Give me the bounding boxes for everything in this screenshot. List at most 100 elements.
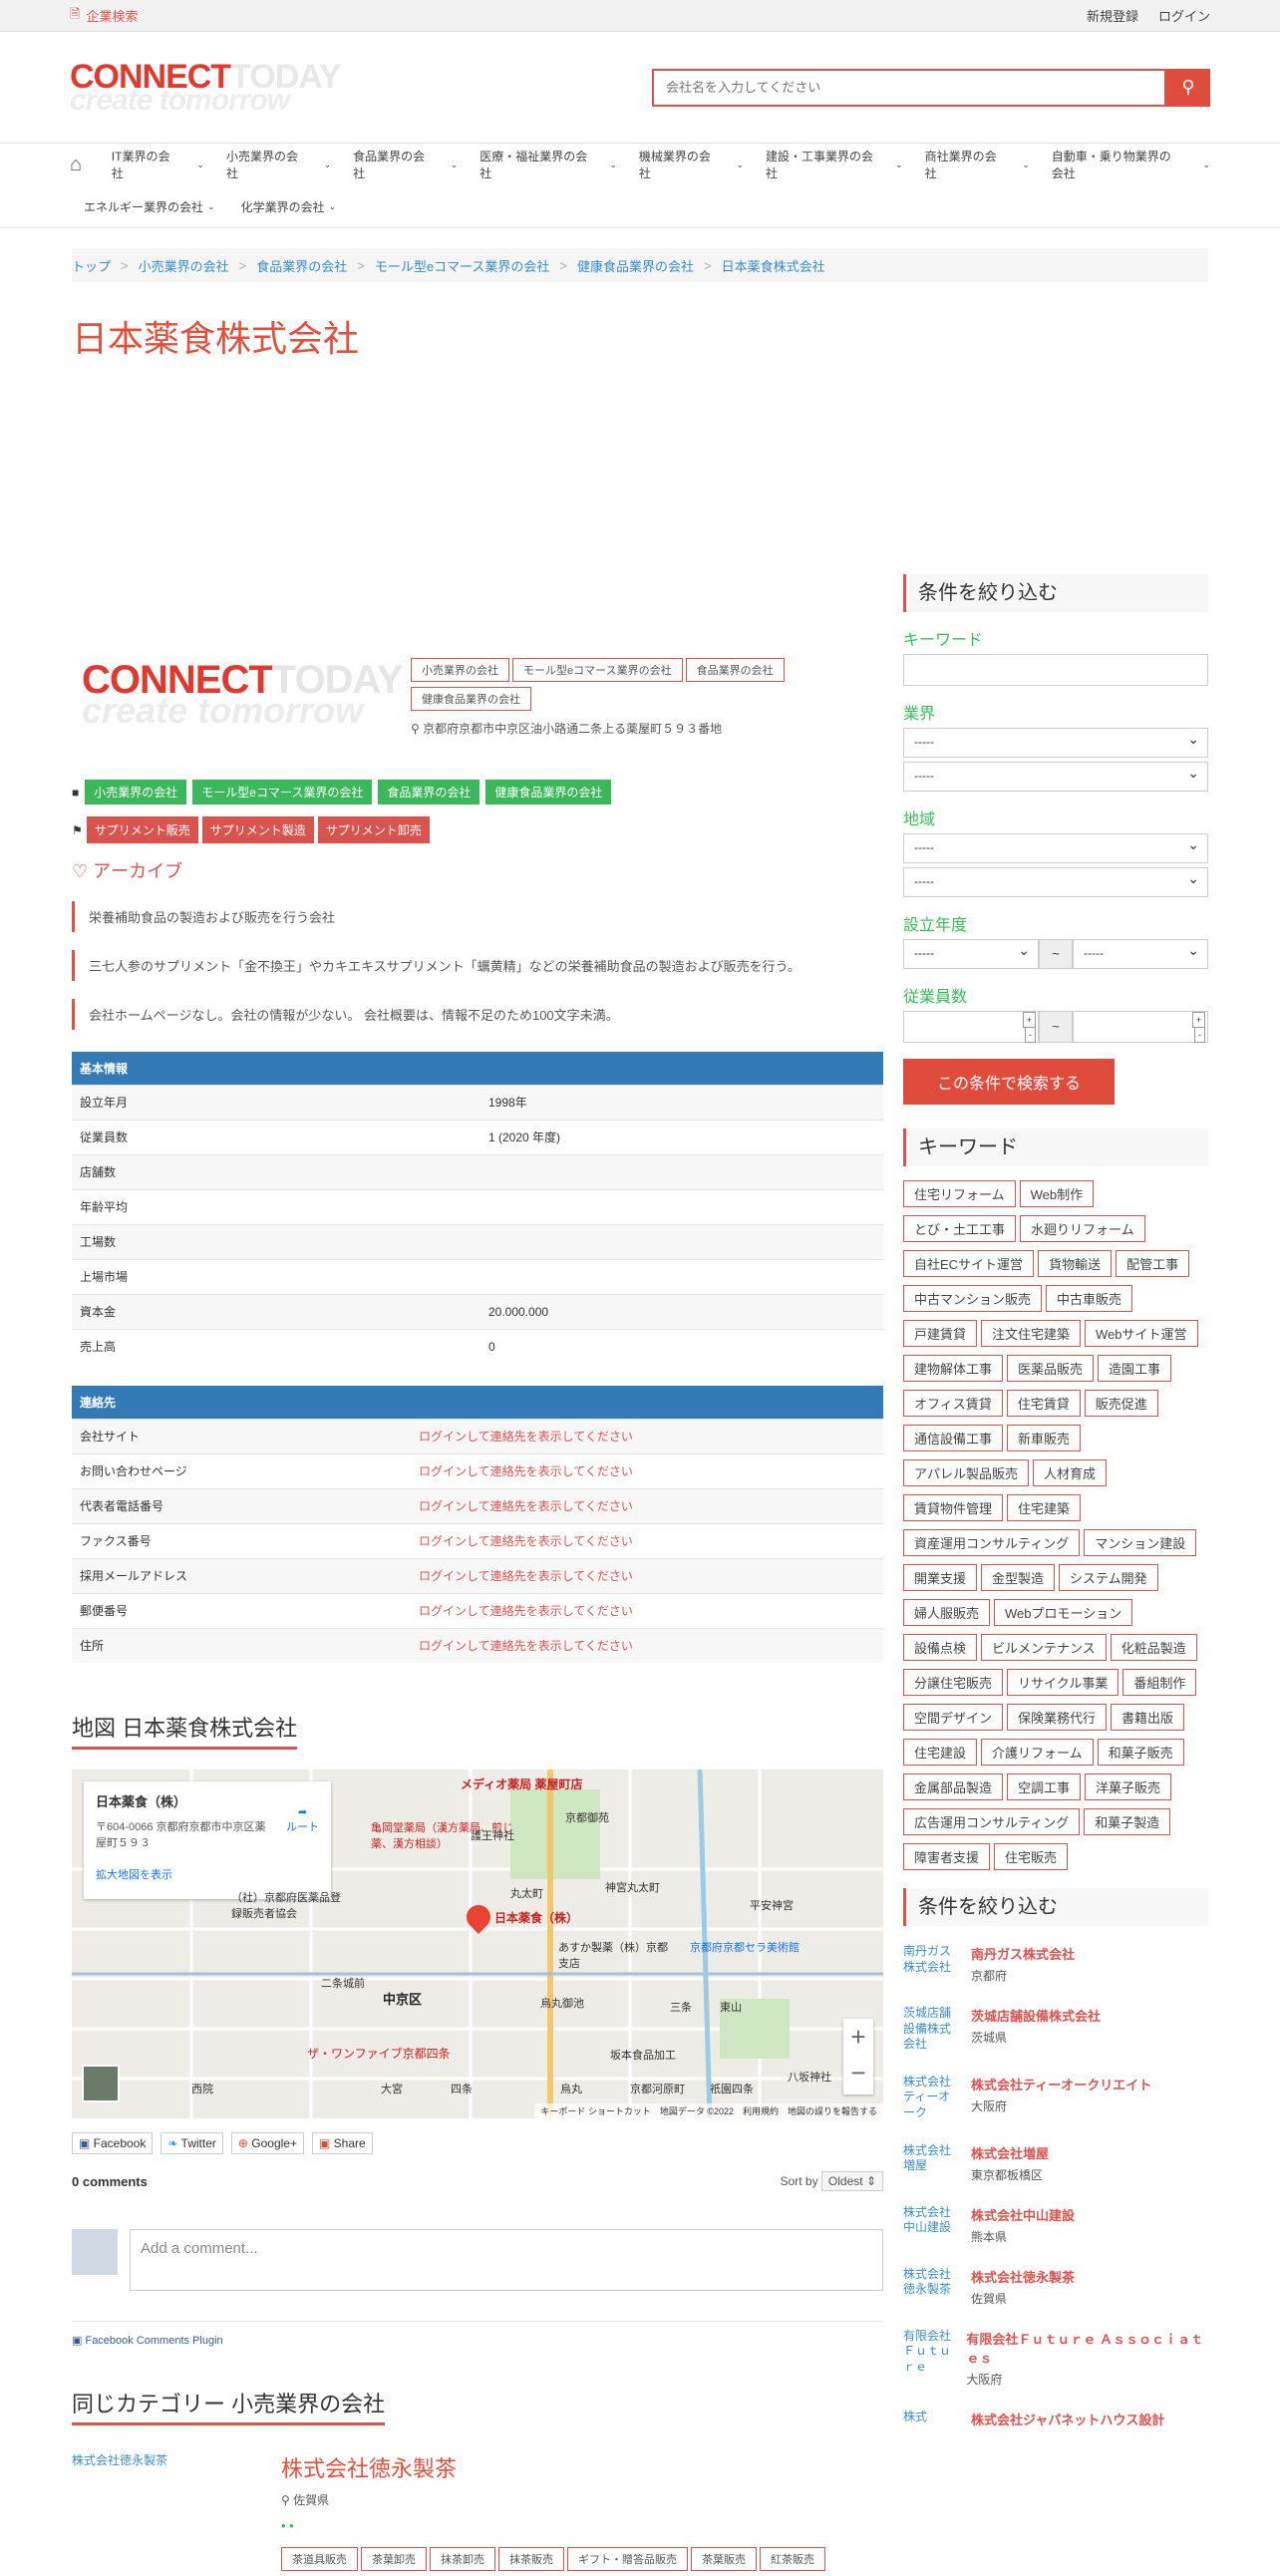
keyword-tag[interactable]: 中古マンション販売 (903, 1285, 1043, 1312)
business-tag[interactable]: サプリメント製造 (201, 816, 314, 843)
row-value[interactable]: ログインして連絡先を表示してください (411, 1452, 883, 1488)
industry-tag[interactable]: モール型eコマース業界の会社 (192, 780, 373, 805)
filter-search-button[interactable]: この条件で検索する (903, 1059, 1115, 1105)
row-value[interactable]: ログインして連絡先を表示してください (411, 1557, 883, 1593)
keyword-tag[interactable]: 書籍出版 (1111, 1704, 1185, 1731)
row-value[interactable]: ログインして連絡先を表示してください (411, 1522, 883, 1558)
same-company-tag[interactable]: 抹茶販売 (498, 2547, 564, 2571)
company-thumb[interactable]: 株式会社増屋 (903, 2143, 961, 2183)
keyword-tag[interactable]: 保険業務代行 (1007, 1704, 1108, 1731)
keyword-tag[interactable]: 新車販売 (1007, 1425, 1082, 1451)
company-thumb[interactable]: 有限会社Ｆｕｔｕｒｅ (903, 2329, 956, 2388)
archive-link[interactable]: ♡ アーカイブ (72, 857, 883, 883)
same-company-tag[interactable]: ギフト・贈答品販売 (567, 2547, 688, 2571)
business-tag[interactable]: サプリメント卸売 (317, 816, 430, 843)
facebook-comments-plugin-link[interactable]: ▣ Facebook Comments Plugin (72, 2321, 883, 2347)
company-search-link[interactable]: 🗎 企業検索 (70, 5, 138, 27)
keyword-tag[interactable]: 空調工事 (1007, 1773, 1082, 1800)
keyword-tag[interactable]: 自社ECサイト運営 (903, 1250, 1035, 1277)
google-map[interactable]: 日本薬食（株） 〒604-0066 京都府京都市中京区薬屋町５９３ ➦ ルート 拡… (72, 1770, 883, 2118)
breadcrumb-item[interactable]: 小売業界の会社 (139, 256, 229, 275)
nav-item[interactable]: 商社業界の会社 (925, 148, 1001, 181)
keyword-tag[interactable]: オフィス賃貸 (903, 1390, 1003, 1417)
company-name[interactable]: 株式会社ティーオークリエイト (971, 2075, 1151, 2093)
company-thumb[interactable]: 茨城店舗設備株式会社 (903, 2006, 961, 2053)
breadcrumb-item[interactable]: 食品業界の会社 (256, 256, 347, 275)
breadcrumb-item[interactable]: モール型eコマース業界の会社 (375, 256, 550, 275)
keyword-tag[interactable]: 婦人服販売 (903, 1599, 991, 1626)
employees-from-input[interactable]: + - (903, 1011, 1039, 1043)
company-list-item[interactable]: 茨城店舗設備株式会社 茨城店舗設備株式会社 茨城県 (903, 2006, 1208, 2053)
same-company-tag[interactable]: 茶葉卸売 (361, 2547, 427, 2571)
home-icon[interactable]: ⌂ (70, 154, 90, 176)
share-button[interactable]: ❧ Twitter (160, 2132, 223, 2154)
company-thumb[interactable]: 株式会社中山建設 (903, 2205, 961, 2245)
industry-tag[interactable]: 健康食品業界の会社 (485, 780, 612, 805)
company-list-item[interactable]: 株式会社徳永製茶 株式会社徳永製茶 佐賀県 (903, 2267, 1208, 2307)
company-thumb[interactable]: 株式会社徳永製茶 (903, 2267, 961, 2307)
company-thumb[interactable]: 株式 (903, 2410, 961, 2432)
year-from-select[interactable]: ----- (903, 939, 1039, 969)
company-name[interactable]: 株式会社中山建設 (971, 2205, 1075, 2224)
keyword-tag[interactable]: Webプロモーション (994, 1599, 1133, 1626)
industry-select[interactable]: ----- (903, 728, 1208, 758)
search-button[interactable]: ⚲ (1166, 68, 1210, 107)
keyword-tag[interactable]: 住宅建築 (1007, 1494, 1082, 1521)
nav-item[interactable]: 機械業界の会社 (639, 148, 715, 181)
company-thumb[interactable]: 南丹ガス株式会社 (903, 1944, 961, 1984)
keyword-tag[interactable]: 建物解体工事 (903, 1355, 1004, 1382)
zoom-out-button[interactable]: − (843, 2055, 873, 2091)
nav-item[interactable]: IT業界の会社 (112, 148, 175, 181)
nav-item[interactable]: 食品業界の会社 (353, 148, 429, 181)
search-input[interactable] (652, 68, 1166, 107)
keyword-tag[interactable]: 貨物輸送 (1038, 1250, 1113, 1277)
company-name[interactable]: 有限会社Ｆｕｔｕｒｅ Ａｓｓｏｃｉａｔｅｓ (966, 2329, 1208, 2367)
keyword-tag[interactable]: 販売促進 (1084, 1390, 1158, 1417)
company-list-item[interactable]: 株式会社中山建設 株式会社中山建設 熊本県 (903, 2205, 1208, 2245)
nav-item[interactable]: エネルギー業界の会社 (84, 198, 203, 215)
keyword-tag[interactable]: 医薬品販売 (1007, 1355, 1095, 1382)
category-tag[interactable]: 食品業界の会社 (685, 658, 785, 682)
keyword-tag[interactable]: 通信設備工事 (903, 1425, 1004, 1451)
row-value[interactable]: ログインして連絡先を表示してください (411, 1592, 883, 1628)
keyword-tag[interactable]: 中古車販売 (1046, 1285, 1133, 1312)
keyword-tag[interactable]: 住宅賃貸 (1006, 1390, 1081, 1417)
share-button[interactable]: ▣ Share (311, 2132, 373, 2154)
breadcrumb-item[interactable]: 健康食品業界の会社 (577, 256, 694, 275)
keyword-tag[interactable]: 化粧品製造 (1110, 1634, 1197, 1661)
region-select[interactable]: ----- (903, 833, 1208, 863)
keyword-tag[interactable]: 住宅販売 (994, 1843, 1069, 1870)
map-pin[interactable]: 日本薬食（株） (462, 1900, 578, 1934)
breadcrumb-item[interactable]: トップ (72, 256, 111, 275)
keyword-tag[interactable]: リサイクル事業 (1007, 1669, 1120, 1696)
keyword-tag[interactable]: 金属部品製造 (903, 1773, 1004, 1800)
stepper-up-icon[interactable]: + (1022, 1012, 1036, 1028)
company-name[interactable]: 南丹ガス株式会社 (971, 1944, 1075, 1963)
company-list-item[interactable]: 株式 株式会社ジャパネットハウス設計 (903, 2410, 1208, 2432)
company-list-item[interactable]: 株式会社増屋 株式会社増屋 東京都板橋区 (903, 2143, 1208, 2183)
year-to-select[interactable]: ----- (1073, 939, 1208, 969)
keyword-tag[interactable]: 住宅リフォーム (903, 1180, 1016, 1207)
keyword-tag[interactable]: 番組制作 (1122, 1669, 1197, 1696)
same-company-tag[interactable]: 紅茶販売 (760, 2547, 825, 2571)
keyword-tag[interactable]: ビルメンテナンス (981, 1634, 1107, 1661)
nav-item[interactable]: 自動車・乗り物業界の会社 (1052, 148, 1181, 181)
same-company-tag[interactable]: 抹茶卸売 (430, 2547, 495, 2571)
category-tag[interactable]: 健康食品業界の会社 (411, 687, 531, 711)
keyword-tag[interactable]: マンション建設 (1084, 1529, 1197, 1556)
row-value[interactable]: ログインして連絡先を表示してください (411, 1418, 883, 1453)
category-tag[interactable]: モール型eコマース業界の会社 (512, 658, 683, 682)
keyword-tag[interactable]: 開業支援 (903, 1564, 978, 1591)
keyword-tag[interactable]: 和菓子製造 (1084, 1808, 1171, 1835)
keyword-tag[interactable]: 設備点検 (903, 1634, 978, 1661)
company-name[interactable]: 株式会社ジャパネットハウス設計 (971, 2410, 1164, 2428)
industry-sub-select[interactable]: ----- (903, 762, 1208, 792)
keyword-tag[interactable]: 金型製造 (981, 1564, 1056, 1591)
share-button[interactable]: ⊕ Google+ (230, 2132, 304, 2154)
keyword-tag[interactable]: 洋菓子販売 (1085, 1773, 1172, 1800)
keyword-tag[interactable]: 分譲住宅販売 (903, 1669, 1004, 1696)
company-name[interactable]: 株式会社増屋 (971, 2143, 1049, 2162)
keyword-tag[interactable]: Webサイト運営 (1085, 1320, 1198, 1347)
nav-item[interactable]: 医療・福祉業界の会社 (480, 148, 587, 181)
keyword-tag[interactable]: 人材育成 (1033, 1459, 1108, 1486)
